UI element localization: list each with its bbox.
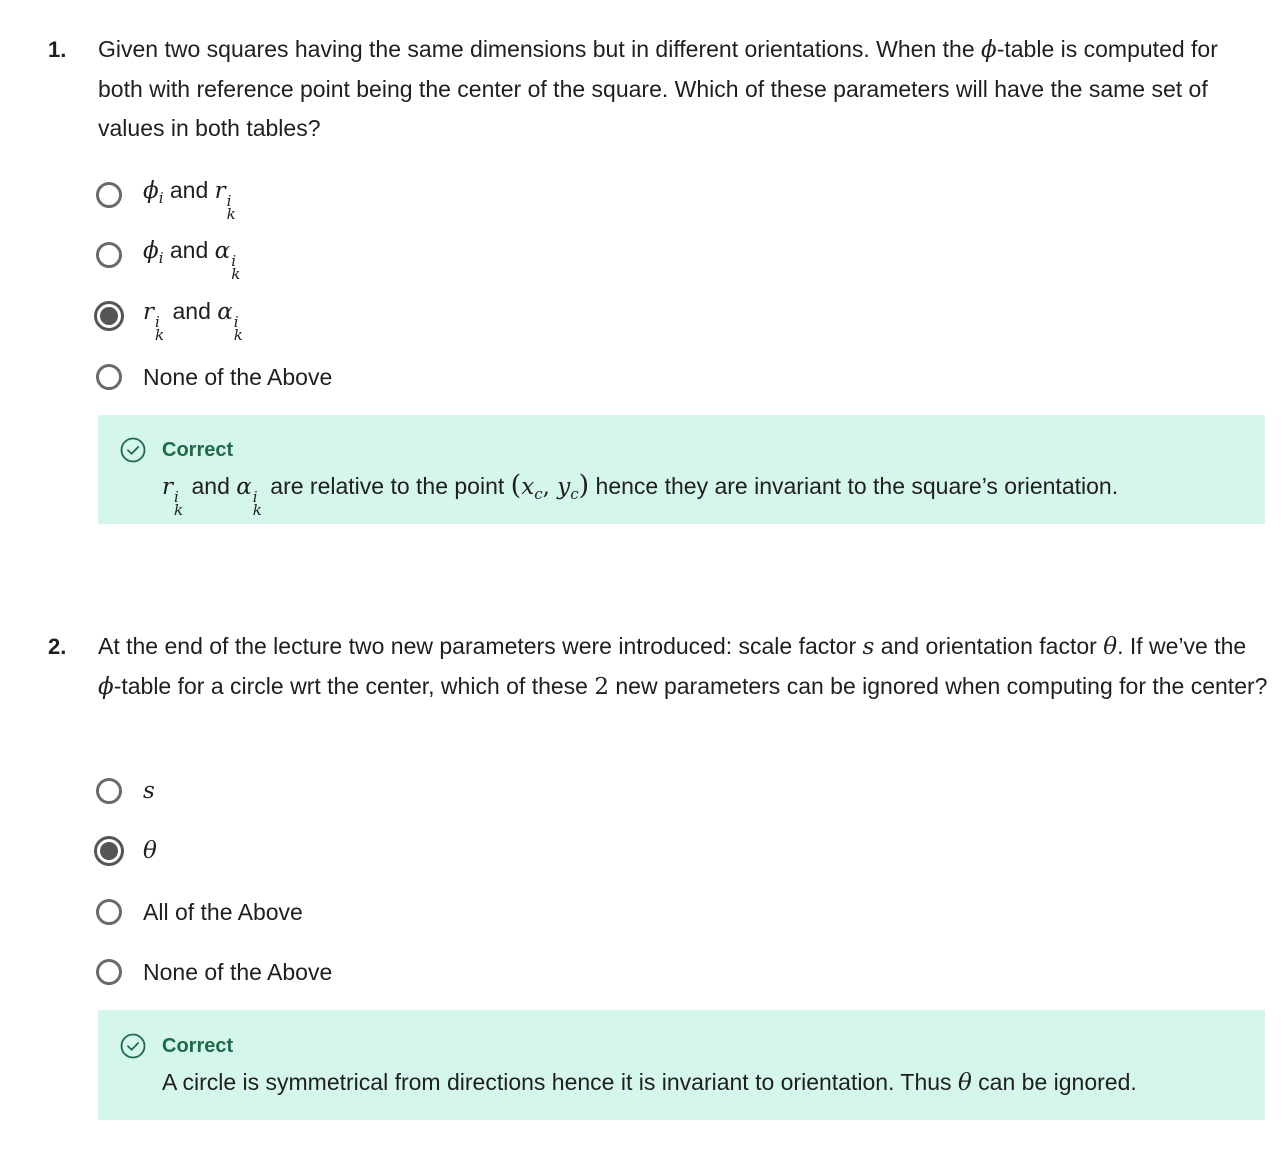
- feedback-text: rik and αik are relative to the point (x…: [162, 470, 1119, 519]
- feedback-text: A circle is symmetrical from directions …: [162, 1069, 1137, 1096]
- feedback-header: Correct: [120, 437, 233, 463]
- question-number: 2.: [48, 634, 67, 659]
- check-circle-icon: [120, 437, 146, 463]
- option-all-of-the-above[interactable]: All of the Above: [96, 892, 303, 932]
- radio-button[interactable]: [96, 364, 122, 390]
- check-circle-icon: [120, 1033, 146, 1059]
- option-none-of-the-above[interactable]: None of the Above: [96, 952, 332, 992]
- option-r-and-alpha[interactable]: rik and αik: [94, 296, 245, 342]
- option-s[interactable]: s: [96, 771, 155, 811]
- feedback-status: Correct: [162, 438, 234, 461]
- option-label: rik and αik: [143, 297, 243, 344]
- option-theta[interactable]: θ: [94, 831, 157, 871]
- question-text: Given two squares having the same dimens…: [98, 36, 1218, 141]
- feedback-status: Correct: [162, 1034, 234, 1057]
- feedback-header: Correct: [120, 1033, 233, 1059]
- radio-button[interactable]: [96, 959, 122, 985]
- option-label: ϕi and αik: [143, 236, 241, 283]
- feedback-box: Correct rik and αik are relative to the …: [98, 415, 1265, 524]
- option-label: None of the Above: [143, 364, 333, 390]
- radio-button-selected[interactable]: [94, 836, 124, 866]
- question-text: At the end of the lecture two new parame…: [98, 633, 1268, 700]
- radio-button[interactable]: [96, 242, 122, 268]
- option-label: s: [143, 778, 155, 804]
- radio-button-selected[interactable]: [94, 301, 124, 331]
- option-none-of-the-above[interactable]: None of the Above: [96, 357, 332, 397]
- question-number: 1.: [48, 37, 67, 62]
- radio-button[interactable]: [96, 899, 122, 925]
- radio-button[interactable]: [96, 778, 122, 804]
- feedback-box: Correct A circle is symmetrical from dir…: [98, 1010, 1265, 1120]
- option-label: None of the Above: [143, 959, 333, 985]
- option-label: θ: [143, 838, 157, 864]
- radio-button[interactable]: [96, 182, 122, 208]
- option-label: ϕi and rik: [143, 176, 236, 223]
- option-phi-and-r[interactable]: ϕi and rik: [96, 175, 238, 221]
- option-phi-and-alpha[interactable]: ϕi and αik: [96, 235, 242, 281]
- option-label: All of the Above: [143, 899, 303, 925]
